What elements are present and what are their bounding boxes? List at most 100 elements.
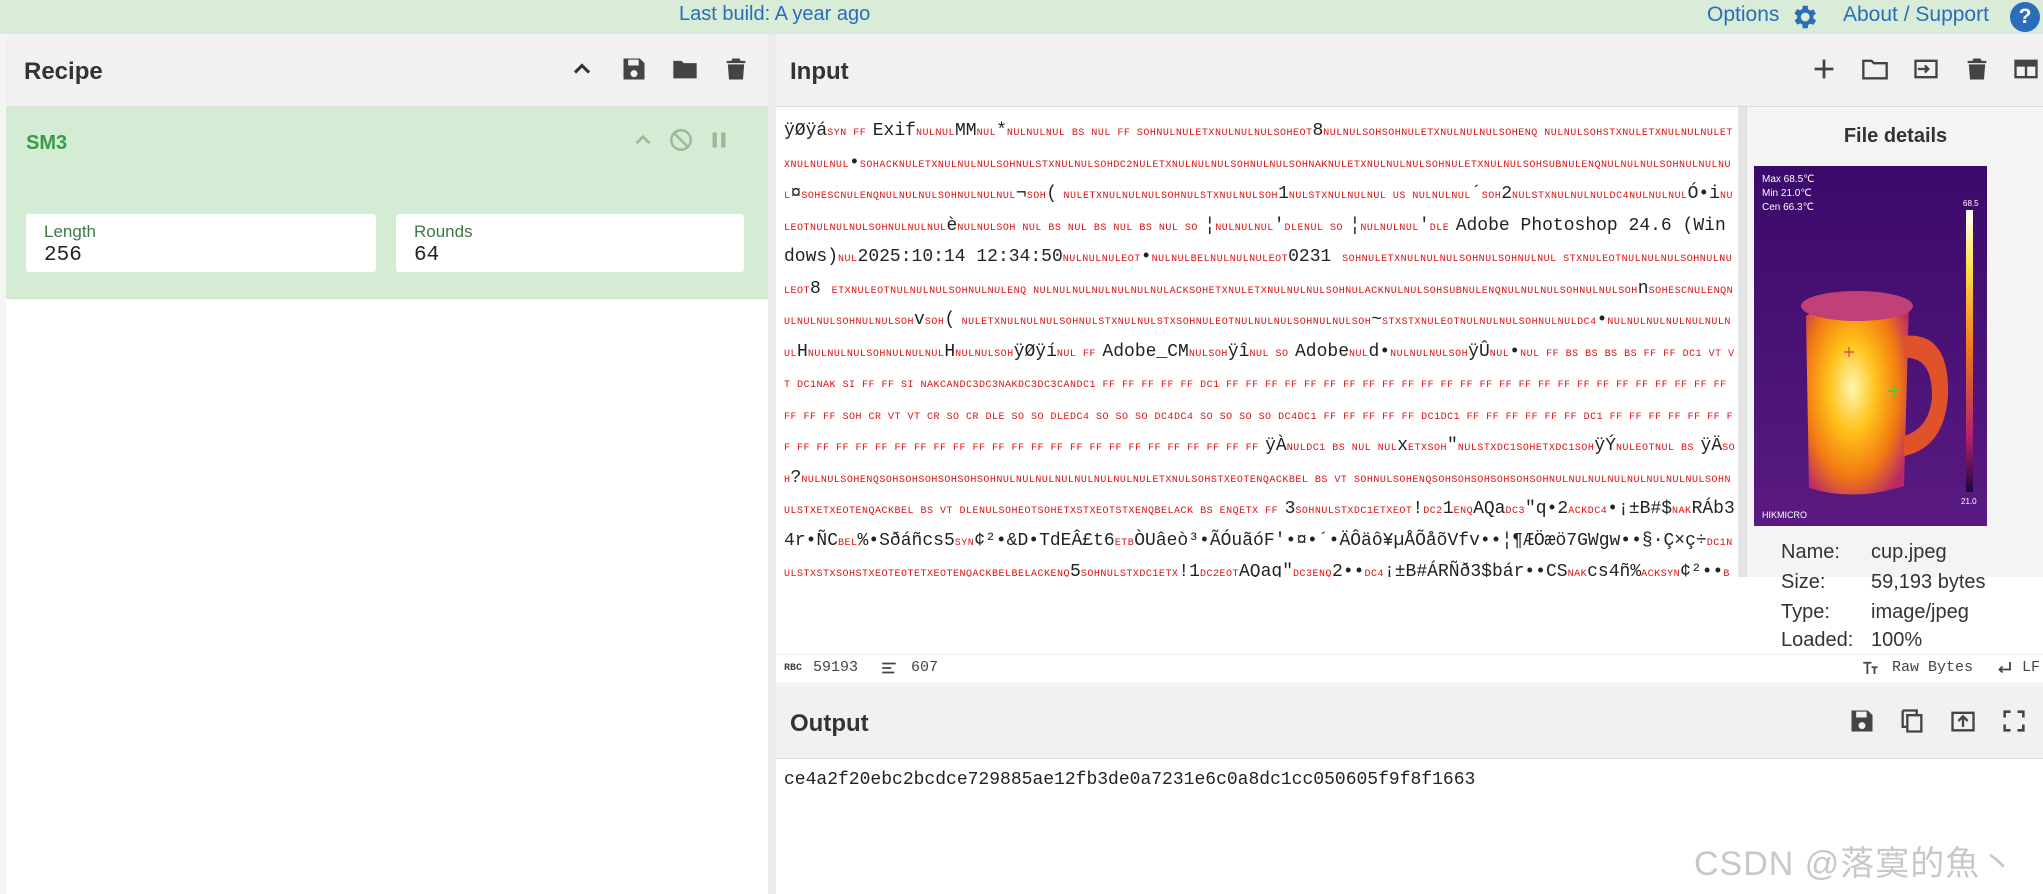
operation-sm3[interactable]: SM3 Length 256 Rounds 64: [6, 107, 768, 299]
control-char-run: NULNUL: [915, 128, 955, 139]
input-scrollbar[interactable]: [1738, 107, 1746, 577]
text-run: ÿî: [1227, 341, 1250, 362]
text-run: Adobe: [1294, 341, 1349, 362]
input-status-bar: RBC 59193 607 Raw Bytes LF: [776, 654, 2043, 682]
replace-input-icon[interactable]: [1949, 707, 1977, 735]
control-char-run: NULETXNULNULNULSOHNULSTXNULNULSTXSOHNULE…: [955, 317, 1372, 328]
control-char-run: ACKSYN: [1641, 569, 1681, 577]
folder-icon[interactable]: [1861, 55, 1889, 83]
control-char-run: NULSTXNULNULNULDC4NULNULNUL: [1512, 191, 1688, 202]
newline-icon[interactable]: [1994, 659, 2014, 677]
length-value[interactable]: 256: [44, 244, 82, 267]
control-char-run: NULNULNULEOT: [1062, 254, 1141, 265]
control-char-run: NUL: [1489, 348, 1510, 360]
input-title: Input: [790, 58, 849, 85]
input-textarea[interactable]: ÿØÿáSYN FF ExifNULNULMMNUL*NULNULNUL BS …: [776, 107, 1736, 577]
control-char-run: NULSTXDC1SOHETXDC1SOH: [1457, 443, 1595, 454]
trash-icon[interactable]: [722, 55, 750, 83]
control-char-run: DC2: [1423, 506, 1443, 517]
csdn-watermark: CSDN @落寞的魚丶: [1694, 845, 2016, 883]
file-details-title: File details: [1843, 125, 1948, 147]
text-run: d•: [1368, 341, 1391, 362]
text-run: 3: [1284, 499, 1296, 519]
text-run: ¦: [1204, 215, 1216, 236]
folder-icon[interactable]: [671, 55, 699, 83]
input-length: 59193: [813, 659, 859, 676]
control-char-run: NULNULNUL BS NUL FF SOHNULNULETXNULNULNU…: [1006, 128, 1313, 139]
text-size-icon[interactable]: [1860, 659, 1880, 677]
input-header: Input: [776, 34, 2043, 107]
file-type-row: Type: image/jpeg: [1781, 601, 1969, 623]
help-icon[interactable]: ?: [2010, 2, 2040, 32]
control-char-run: NULSTXNULNULNUL US NULNULNUL: [1288, 191, 1471, 202]
input-lines: 607: [911, 659, 939, 676]
copy-icon[interactable]: [1898, 707, 1926, 735]
control-char-run: NUL: [976, 128, 997, 139]
control-char-run: NULNULNULSOH: [1390, 348, 1469, 360]
text-run: Adobe_CM: [1102, 341, 1189, 362]
text-run: 1: [1278, 184, 1289, 204]
plus-icon[interactable]: [1810, 55, 1838, 83]
control-char-run: SOHESCNULENQNULNULNULSOHNULNULNUL: [801, 191, 1016, 202]
control-char-run: NULNULSOH NUL BS NUL BS NUL BS NUL SO: [957, 222, 1205, 234]
about-support-link[interactable]: About / Support: [1843, 3, 1989, 27]
lines-icon: [880, 659, 898, 677]
import-icon[interactable]: [1911, 55, 1939, 83]
length-field[interactable]: Length 256: [26, 214, 376, 272]
text-run: cs4ñ%: [1587, 562, 1642, 577]
thermal-min: Min 21.0℃: [1762, 188, 1812, 199]
cup-rim: [1801, 291, 1913, 321]
text-run: Exif: [872, 121, 916, 141]
rounds-value[interactable]: 64: [414, 244, 439, 267]
layout-icon[interactable]: [2012, 55, 2040, 83]
pane-divider[interactable]: [768, 34, 776, 894]
disable-icon[interactable]: [668, 127, 694, 153]
text-run: ': [1418, 215, 1430, 236]
control-char-run: ACKDC4: [1568, 506, 1608, 517]
text-run: ': [1273, 215, 1285, 236]
control-char-run: BEL: [838, 537, 858, 549]
length-label: Length: [44, 222, 96, 241]
output-textarea[interactable]: ce4a2f20ebc2bcdce729885ae12fb3de0a7231e6…: [784, 770, 1475, 790]
text-run: ?: [790, 467, 802, 488]
control-char-run: NULNULNULSOHNULNULNUL: [807, 348, 945, 360]
text-run: ~: [1371, 310, 1383, 330]
control-char-run: NULSOH: [1188, 348, 1228, 360]
text-run: •: [849, 152, 860, 173]
gear-icon[interactable]: [1789, 2, 1819, 32]
save-icon[interactable]: [620, 55, 648, 83]
trash-icon[interactable]: [1963, 55, 1991, 83]
chevron-up-icon[interactable]: [568, 55, 596, 83]
control-char-run: NAK: [1567, 569, 1588, 577]
file-details-panel: File details Max 68.5℃ Min 21.0℃ Cen 66.…: [1746, 107, 2043, 651]
thermal-scale: [1966, 210, 1973, 492]
chevron-up-icon[interactable]: [630, 127, 656, 153]
encoding-label[interactable]: Raw Bytes: [1892, 659, 1973, 676]
options-link[interactable]: Options: [1707, 3, 1779, 27]
save-icon[interactable]: [1848, 707, 1876, 735]
last-build-link[interactable]: Last build: A year ago: [679, 3, 870, 26]
text-run: ÿÄ: [1700, 436, 1723, 456]
thermal-max: Max 68.5℃: [1762, 174, 1814, 185]
pause-icon[interactable]: [706, 127, 732, 153]
scale-bottom: 21.0: [1961, 497, 1977, 506]
text-run: MM: [954, 121, 977, 141]
recipe-pane: Recipe SM3 Length 256 Rounds 64: [6, 34, 768, 894]
maximise-icon[interactable]: [2000, 707, 2028, 735]
top-banner: Last build: A year ago Options About / S…: [0, 0, 2043, 34]
control-char-run: SYN FF: [827, 128, 873, 139]
rounds-field[interactable]: Rounds 64: [396, 214, 744, 272]
text-run: 2: [1501, 184, 1513, 204]
text-run: 8: [1312, 121, 1324, 141]
rounds-label: Rounds: [414, 222, 473, 241]
control-char-run: DC3ENQ: [1293, 569, 1333, 577]
text-run: •¡±B#$: [1607, 499, 1673, 519]
control-char-run: ENQ: [1453, 506, 1474, 517]
text-run: 5: [1070, 562, 1081, 577]
eol-label[interactable]: LF: [2022, 659, 2040, 676]
text-run: ÿØÿá: [784, 121, 828, 141]
control-char-run: NUL: [1349, 348, 1369, 360]
output-title: Output: [790, 710, 869, 737]
text-run: •: [1140, 247, 1152, 267]
control-char-run: NAK: [1672, 506, 1692, 517]
